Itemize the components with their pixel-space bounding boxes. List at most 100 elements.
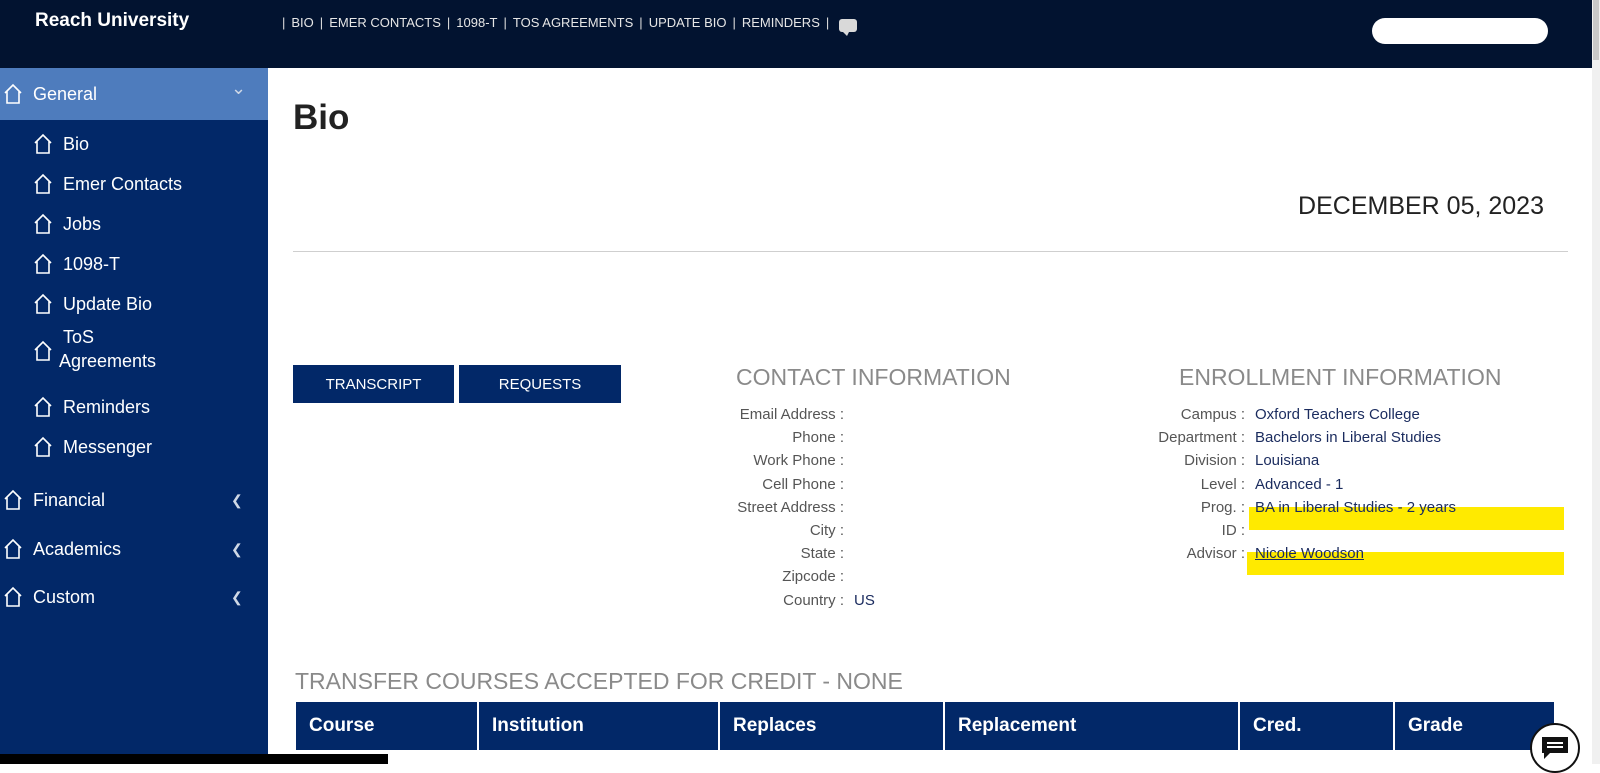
transcript-button[interactable]: TRANSCRIPT <box>293 365 454 403</box>
field-label: Cell Phone : <box>762 476 844 493</box>
enrollment-row-campus: Campus : Oxford Teachers College <box>1168 403 1600 426</box>
home-icon <box>34 396 52 417</box>
page-scrollbar[interactable] <box>1592 0 1600 764</box>
contact-row-street-address: Street Address : <box>668 496 844 519</box>
home-icon <box>34 340 52 361</box>
field-value: Advanced - 1 <box>1255 476 1344 493</box>
field-label: City : <box>809 522 844 539</box>
chevron-left-icon: ❮ <box>231 491 243 508</box>
contact-row-zipcode: Zipcode : <box>668 565 844 588</box>
home-icon <box>34 436 52 457</box>
requests-button[interactable]: REQUESTS <box>459 365 621 403</box>
sidebar-item-label: Messenger <box>63 436 153 457</box>
scrollbar-thumb[interactable] <box>1593 0 1599 60</box>
contact-row-email: Email Address : <box>668 403 844 426</box>
field-value: US <box>854 592 875 609</box>
sidebar-section-financial[interactable]: Financial ❮ <box>0 488 268 512</box>
sidebar-section-label: General <box>33 83 98 104</box>
field-label: Country : <box>783 592 844 609</box>
field-value: Oxford Teachers College <box>1255 406 1420 423</box>
field-label: Division : <box>1184 452 1245 469</box>
contact-information-heading: CONTACT INFORMATION <box>736 364 1011 390</box>
field-label: Department : <box>1158 429 1245 446</box>
sidebar-section-custom[interactable]: Custom ❮ <box>0 585 268 609</box>
sidebar-section-academics[interactable]: Academics ❮ <box>0 537 268 561</box>
column-header-credits[interactable]: Cred. <box>1240 702 1395 750</box>
sidebar-item-label: Update Bio <box>63 293 153 314</box>
topnav-reminders-link[interactable]: REMINDERS <box>742 15 820 30</box>
sidebar-item-label: 1098-T <box>63 253 121 274</box>
contact-row-phone: Phone : <box>668 426 844 449</box>
field-label: Campus : <box>1180 406 1245 423</box>
main-content: Bio DECEMBER 05, 2023 TRANSCRIPT REQUEST… <box>268 68 1592 764</box>
chat-icon <box>1542 737 1568 759</box>
field-label: Level : <box>1200 476 1245 493</box>
sidebar-item-label: Bio <box>63 133 90 154</box>
enrollment-row-program: Prog. : BA in Liberal Studies - 2 years <box>1168 496 1600 519</box>
sidebar-item-label-line2: Agreements <box>59 351 157 371</box>
contact-row-work-phone: Work Phone : <box>668 449 844 472</box>
column-header-replaces[interactable]: Replaces <box>720 702 945 750</box>
divider <box>293 251 1568 252</box>
field-label: Phone : <box>792 429 844 446</box>
advisor-link[interactable]: Nicole Woodson <box>1255 545 1364 562</box>
home-icon <box>34 293 52 314</box>
transfer-courses-table-header: Course Institution Replaces Replacement … <box>296 702 1554 750</box>
chevron-down-icon: ⌄ <box>231 78 247 98</box>
home-icon <box>34 213 52 234</box>
browser-status-bar <box>0 754 388 764</box>
sidebar-item-label: Reminders <box>63 396 151 417</box>
sidebar-item-label: ToS <box>63 327 95 347</box>
enrollment-row-level: Level : Advanced - 1 <box>1168 473 1600 496</box>
field-value: BA in Liberal Studies - 2 years <box>1255 499 1456 516</box>
contact-row-country: Country : US <box>668 589 875 612</box>
contact-row-cell-phone: Cell Phone : <box>668 473 844 496</box>
topnav-update-bio-link[interactable]: UPDATE BIO <box>649 15 727 30</box>
sidebar-item-label: Emer Contacts <box>63 173 183 194</box>
home-icon <box>4 538 22 559</box>
chat-bubble-icon[interactable] <box>839 19 858 36</box>
contact-row-city: City : <box>668 519 844 542</box>
enrollment-row-department: Department : Bachelors in Liberal Studies <box>1158 426 1600 449</box>
home-icon <box>34 253 52 274</box>
topnav-emer-contacts-link[interactable]: EMER CONTACTS <box>329 15 441 30</box>
page-title: Bio <box>293 98 350 137</box>
enrollment-row-advisor: Advisor : Nicole Woodson <box>1168 542 1600 565</box>
chevron-left-icon: ❮ <box>231 540 243 557</box>
field-value: Louisiana <box>1255 452 1320 469</box>
field-label: Street Address : <box>737 499 844 516</box>
enrollment-information-heading: ENROLLMENT INFORMATION <box>1179 364 1502 390</box>
home-icon <box>4 83 22 104</box>
field-label: Work Phone : <box>753 452 844 469</box>
topnav-bio-link[interactable]: BIO <box>291 15 313 30</box>
field-label: Advisor : <box>1186 545 1245 562</box>
topnav-1098t-link[interactable]: 1098-T <box>456 15 497 30</box>
home-icon <box>34 173 52 194</box>
brand-name[interactable]: Reach University <box>35 10 189 32</box>
enrollment-row-id: ID : <box>1168 519 1600 542</box>
sidebar-section-label: Academics <box>33 538 122 559</box>
sidebar-section-label: Custom <box>33 586 96 607</box>
sidebar-section-general[interactable]: General ⌄ <box>0 68 268 120</box>
field-label: ID : <box>1221 522 1245 539</box>
current-date: DECEMBER 05, 2023 <box>1298 192 1544 220</box>
column-header-institution[interactable]: Institution <box>479 702 720 750</box>
field-label: Zipcode : <box>782 568 844 585</box>
transfer-courses-heading: TRANSFER COURSES ACCEPTED FOR CREDIT - N… <box>295 668 903 694</box>
enrollment-row-division: Division : Louisiana <box>1168 449 1600 472</box>
field-value: Bachelors in Liberal Studies <box>1255 429 1441 446</box>
user-menu[interactable] <box>1372 18 1548 44</box>
column-header-replacement[interactable]: Replacement <box>945 702 1240 750</box>
top-navbar: Reach University | BIO | EMER CONTACTS |… <box>0 0 1592 68</box>
home-icon <box>4 489 22 510</box>
sidebar-item-label: Jobs <box>63 213 102 234</box>
topnav-tos-agreements-link[interactable]: TOS AGREEMENTS <box>513 15 633 30</box>
home-icon <box>4 586 22 607</box>
sidebar: General ⌄ Bio Emer Contacts Jobs 1098-T … <box>0 68 268 764</box>
field-label: State : <box>800 545 844 562</box>
chat-widget-button[interactable] <box>1530 723 1580 773</box>
sidebar-section-label: Financial <box>33 489 106 510</box>
field-label: Email Address : <box>739 406 844 423</box>
home-icon <box>34 133 52 154</box>
column-header-course[interactable]: Course <box>296 702 479 750</box>
